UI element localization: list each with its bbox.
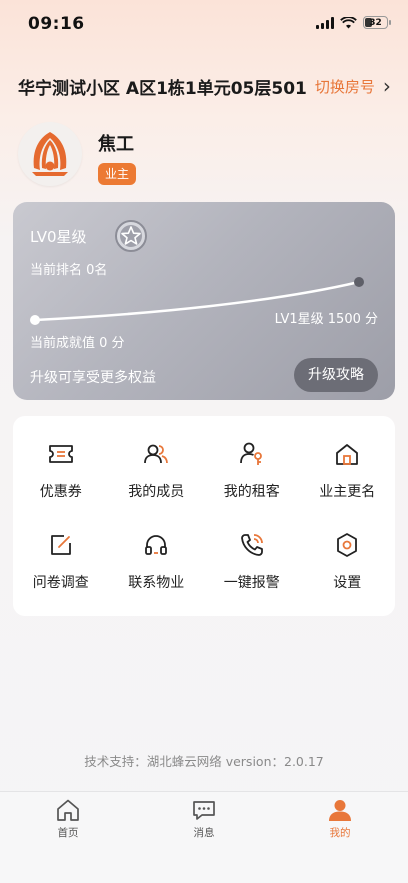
coupon-icon (47, 440, 75, 468)
function-menu: 优惠券 我的成员 我的租客 业主更名 问卷调查 联系物业 一键报警 设置 (13, 416, 395, 616)
tenant-key-icon (238, 440, 266, 468)
next-level-target: LV1星级 1500 分 (274, 312, 378, 327)
status-icons: 32 (316, 16, 391, 29)
tab-mine[interactable]: 我的 (300, 798, 380, 840)
upgrade-guide-button[interactable]: 升级攻略 (294, 358, 378, 392)
battery-level: 32 (369, 17, 382, 28)
tab-home[interactable]: 首页 (28, 798, 108, 840)
menu-label: 我的租客 (223, 484, 280, 500)
survey-edit-icon (47, 531, 75, 559)
achievement-score: 当前成就值 0 分 (30, 336, 125, 351)
user-profile: 焦工 业主 (18, 122, 390, 188)
battery-icon: 32 (363, 16, 391, 29)
star-badge-icon (115, 220, 147, 252)
settings-hexagon-icon (333, 531, 361, 559)
tech-support-text: 技术支持：湖北蜂云网络 version：2.0.17 (84, 754, 324, 769)
progress-end-dot (354, 277, 364, 287)
level-progress-curve (30, 277, 364, 325)
menu-label: 问卷调查 (32, 575, 89, 591)
menu-item-settings[interactable]: 设置 (300, 531, 396, 592)
message-icon (193, 801, 215, 820)
menu-label: 优惠券 (39, 484, 82, 500)
user-name: 焦工 (98, 134, 134, 155)
members-icon (142, 440, 170, 468)
level-title: LV0星级 (30, 228, 87, 246)
menu-item-contact-property[interactable]: 联系物业 (109, 531, 205, 592)
upgrade-tip: 升级可享受更多权益 (30, 370, 156, 386)
home-icon (57, 799, 79, 821)
menu-item-survey[interactable]: 问卷调查 (13, 531, 109, 592)
menu-label: 设置 (333, 575, 362, 591)
tab-label: 我的 (329, 827, 351, 839)
signal-icon (316, 16, 334, 29)
status-bar: 09:16 32 (0, 0, 408, 50)
menu-label: 一键报警 (223, 575, 280, 591)
tab-messages[interactable]: 消息 (164, 798, 244, 840)
home-icon (333, 440, 361, 468)
switch-room-link[interactable]: 切换房号 (315, 76, 375, 97)
tab-label: 消息 (193, 827, 215, 839)
phone-alarm-icon (238, 531, 266, 559)
menu-label: 联系物业 (128, 575, 185, 591)
tab-label: 首页 (57, 827, 79, 839)
menu-item-alarm[interactable]: 一键报警 (204, 531, 300, 592)
menu-item-coupon[interactable]: 优惠券 (13, 440, 109, 501)
user-icon (329, 800, 351, 821)
status-time: 09:16 (28, 14, 85, 34)
level-card: LV0星级 当前排名 0名 LV1星级 1500 分 当前成就值 0 分 升级可… (13, 202, 395, 400)
logo-icon (32, 132, 68, 176)
chevron-right-icon[interactable]: › (383, 74, 391, 98)
menu-item-tenants[interactable]: 我的租客 (204, 440, 300, 501)
role-badge: 业主 (98, 163, 137, 185)
room-address: 华宁测试小区 A区1栋1单元05层501 (18, 78, 307, 99)
menu-item-members[interactable]: 我的成员 (109, 440, 205, 501)
menu-label: 我的成员 (128, 484, 185, 500)
menu-item-owner-rename[interactable]: 业主更名 (300, 440, 396, 501)
address-row[interactable]: 华宁测试小区 A区1栋1单元05层501 切换房号 › (18, 72, 398, 100)
wifi-icon (340, 16, 357, 28)
avatar[interactable] (18, 122, 82, 186)
menu-label: 业主更名 (319, 484, 376, 500)
headset-icon (142, 531, 170, 559)
tab-bar: 首页 消息 我的 (0, 791, 408, 883)
progress-start-dot (30, 315, 40, 325)
